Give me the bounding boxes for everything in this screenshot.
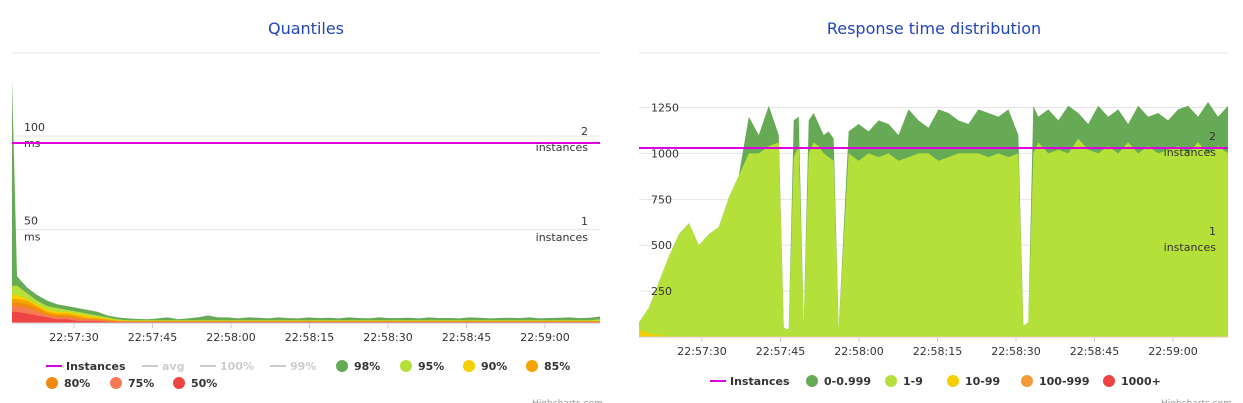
x-tick-label: 22:58:30 [363, 331, 412, 344]
credit-label: Highcharts.com [532, 399, 603, 403]
legend-label: 1-9 [903, 375, 923, 388]
legend-label: 98% [354, 360, 380, 373]
legend-dot-symbol [526, 360, 538, 372]
chart-title: Response time distribution [827, 19, 1041, 38]
legend-item-95-[interactable]: 95% [400, 360, 444, 373]
x-tick-label: 22:58:15 [913, 345, 962, 358]
legend-item-85-[interactable]: 85% [526, 360, 570, 373]
legend-label: 1000+ [1121, 375, 1161, 388]
legend-item-1-9[interactable]: 1-9 [885, 375, 923, 388]
x-tick-label: 22:59:00 [1148, 345, 1197, 358]
response-time-svg: Response time distribution12501000750500… [639, 19, 1232, 403]
legend-label: 75% [128, 377, 154, 390]
y-right-tick-label: 2 [1209, 130, 1216, 143]
x-tick-label: 22:58:00 [834, 345, 883, 358]
legend-label: 90% [481, 360, 507, 373]
legend-label: 100-999 [1039, 375, 1090, 388]
legend-label: 100% [220, 360, 254, 373]
legend-label: 50% [191, 377, 217, 390]
x-tick-label: 22:58:30 [991, 345, 1040, 358]
legend-label: Instances [730, 375, 790, 388]
legend-item-1000-[interactable]: 1000+ [1103, 375, 1161, 388]
legend-dot-symbol [336, 360, 348, 372]
legend-label: 95% [418, 360, 444, 373]
legend-label: 0-0.999 [824, 375, 871, 388]
legend-dot-symbol [110, 377, 122, 389]
quantiles-svg: Quantiles100ms50ms2instances1instances22… [12, 19, 603, 403]
legend-label: 99% [290, 360, 316, 373]
legend-dot-symbol [173, 377, 185, 389]
legend-label: 10-99 [965, 375, 1000, 388]
y-left-tick-label: 1000 [651, 147, 679, 160]
y-left-tick-label: 750 [651, 193, 672, 206]
legend-item-Instances[interactable]: Instances [710, 375, 790, 388]
legend-dot-symbol [1021, 375, 1033, 387]
area-series-1-9 [639, 138, 1228, 337]
chart-title: Quantiles [268, 19, 344, 38]
y-left-tick-label: 500 [651, 239, 672, 252]
x-tick-label: 22:58:15 [285, 331, 334, 344]
y-right-tick-unit: instances [536, 231, 589, 244]
legend-dot-symbol [1103, 375, 1115, 387]
x-tick-label: 22:58:00 [206, 331, 255, 344]
y-right-tick-label: 1 [1209, 225, 1216, 238]
y-right-tick-unit: instances [536, 141, 589, 154]
area-series-98- [12, 80, 600, 323]
response-time-chart: Response time distribution 1250 1000 750 500… [621, 0, 1243, 403]
quantiles-chart: Quantiles 100 ms 50 ms 2 instances 1 instances 22… [0, 0, 621, 403]
legend-dot-symbol [463, 360, 475, 372]
legend-dot-symbol [806, 375, 818, 387]
legend-item-100-999[interactable]: 100-999 [1021, 375, 1090, 388]
x-tick-label: 22:57:30 [677, 345, 726, 358]
legend-item-75-[interactable]: 75% [110, 377, 154, 390]
legend-dot-symbol [947, 375, 959, 387]
legend-item-99-[interactable]: 99% [270, 360, 316, 373]
x-tick-label: 22:59:00 [520, 331, 569, 344]
legend-item-avg[interactable]: avg [142, 360, 184, 373]
y-left-tick-label: 1250 [651, 102, 679, 115]
legend-item-90-[interactable]: 90% [463, 360, 507, 373]
x-tick-label: 22:57:45 [756, 345, 805, 358]
legend-item-80-[interactable]: 80% [46, 377, 90, 390]
legend-label: Instances [66, 360, 126, 373]
x-tick-label: 22:57:45 [128, 331, 177, 344]
legend-dot-symbol [46, 377, 58, 389]
y-left-tick-label: 250 [651, 285, 672, 298]
legend-label: 80% [64, 377, 90, 390]
credit-label: Highcharts.com [1161, 399, 1232, 403]
y-left-tick-label: 100 [24, 121, 45, 134]
y-left-tick-unit: ms [24, 231, 41, 244]
y-right-tick-label: 2 [581, 125, 588, 138]
x-tick-label: 22:58:45 [442, 331, 491, 344]
x-tick-label: 22:58:45 [1070, 345, 1119, 358]
y-left-tick-label: 50 [24, 215, 38, 228]
legend-item-50-[interactable]: 50% [173, 377, 217, 390]
legend-item-Instances[interactable]: Instances [46, 360, 126, 373]
legend-label: 85% [544, 360, 570, 373]
y-right-tick-unit: instances [1164, 146, 1217, 159]
legend-dot-symbol [400, 360, 412, 372]
y-right-tick-unit: instances [1164, 241, 1217, 254]
legend-dot-symbol [885, 375, 897, 387]
legend-item-100-[interactable]: 100% [200, 360, 254, 373]
x-tick-label: 22:57:30 [49, 331, 98, 344]
legend-item-98-[interactable]: 98% [336, 360, 380, 373]
area-series-95- [12, 285, 600, 323]
legend-label: avg [162, 360, 184, 373]
legend-item-10-99[interactable]: 10-99 [947, 375, 1000, 388]
legend-item-0-0-999[interactable]: 0-0.999 [806, 375, 871, 388]
y-right-tick-label: 1 [581, 215, 588, 228]
